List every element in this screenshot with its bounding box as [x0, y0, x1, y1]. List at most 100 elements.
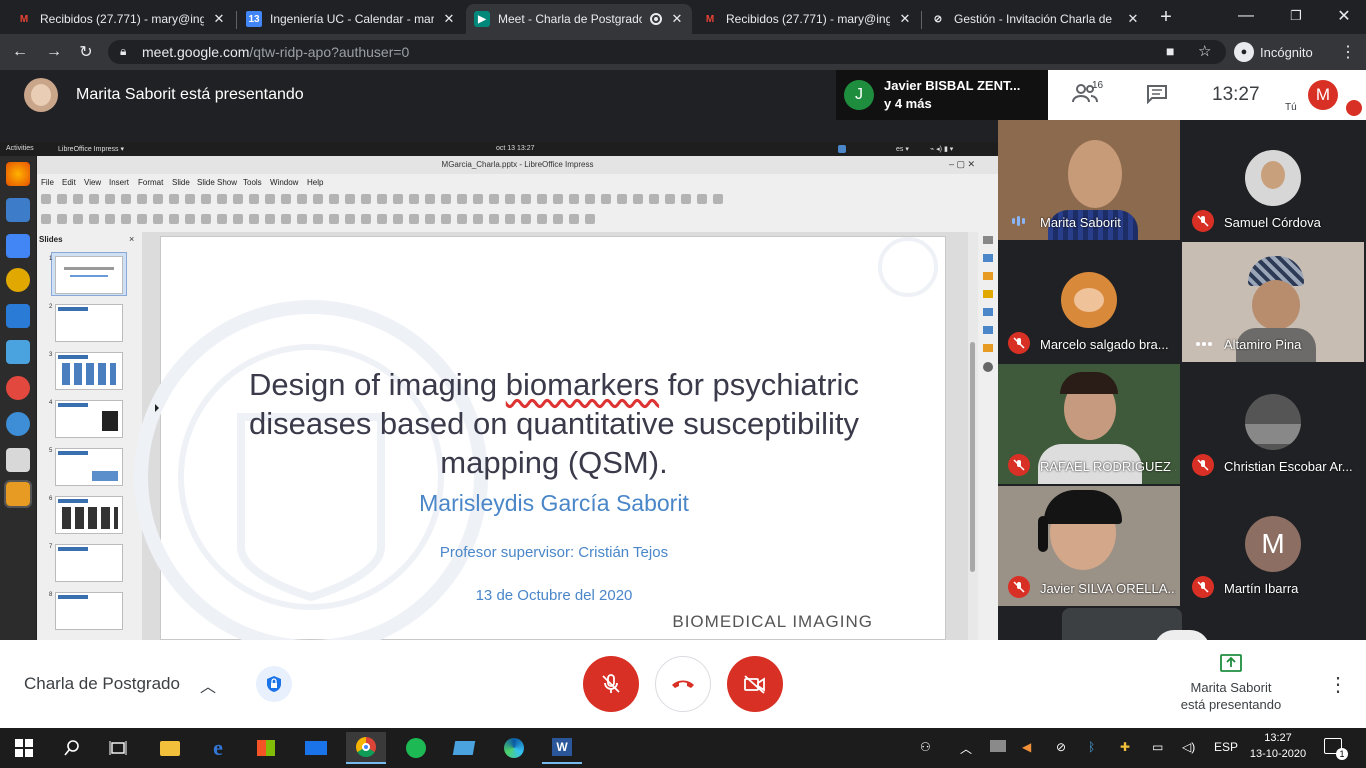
people-tray-icon[interactable]: ⚇: [920, 740, 931, 754]
slides-pane-close[interactable]: ×: [129, 234, 134, 244]
lo-standard-toolbar[interactable]: [41, 191, 731, 207]
tray-overflow-icon[interactable]: ︿: [960, 740, 972, 757]
tab-gmail-1[interactable]: M Recibidos (27.771) - mary@ing ✕: [8, 4, 234, 34]
power-icon[interactable]: ✚: [1120, 740, 1130, 754]
lo-menu-window[interactable]: Window: [270, 178, 298, 187]
slide-thumbnail[interactable]: [55, 544, 123, 582]
present-now-button[interactable]: Marita Saborit está presentando: [1150, 654, 1312, 720]
audio-warning-icon[interactable]: ◀: [1022, 740, 1031, 754]
participant-tile[interactable]: M Martín Ibarra: [1182, 486, 1364, 606]
mic-toggle-button[interactable]: [583, 656, 639, 712]
restore-window-button[interactable]: ❐: [1284, 4, 1308, 28]
taskbar-mail[interactable]: [296, 732, 336, 764]
bookmark-star-icon[interactable]: ☆: [1198, 42, 1211, 60]
close-window-button[interactable]: ✕: [1332, 4, 1356, 28]
participant-tile[interactable]: Altamiro Pina: [1182, 242, 1364, 362]
participant-tile[interactable]: Javier SILVA ORELLA...: [998, 486, 1180, 606]
taskbar-app[interactable]: [444, 732, 484, 764]
taskbar-time[interactable]: 13:27: [1246, 732, 1310, 744]
slide-thumbnail[interactable]: [55, 304, 123, 342]
more-options-icon[interactable]: ⋮: [1328, 672, 1348, 697]
search-button[interactable]: [52, 732, 92, 764]
chevron-up-icon[interactable]: ︿: [200, 673, 216, 697]
taskbar-word[interactable]: W: [542, 732, 582, 764]
leave-call-button[interactable]: [655, 656, 711, 712]
participant-tile[interactable]: Christian Escobar Ar...: [1182, 364, 1364, 484]
battery-icon[interactable]: ▭: [1152, 740, 1163, 754]
sidebar-animation-icon[interactable]: [983, 290, 993, 298]
close-tab-icon[interactable]: ✕: [670, 11, 684, 26]
url-bar[interactable]: 🔒︎ meet.google.com/qtw-ridp-apo?authuser…: [108, 40, 1226, 64]
slide-thumbnail[interactable]: [55, 256, 123, 294]
tab-meet[interactable]: ▶ Meet - Charla de Postgrado ✕: [466, 4, 692, 34]
gnome-tray-icon: [838, 145, 846, 153]
tab-gestion[interactable]: ⊘ Gestión - Invitación Charla de ✕: [922, 4, 1148, 34]
minimize-window-button[interactable]: —: [1234, 4, 1258, 28]
taskbar-store[interactable]: [246, 732, 286, 764]
lo-menu-file[interactable]: File: [41, 178, 54, 187]
incognito-badge[interactable]: ● Incógnito: [1234, 41, 1313, 63]
current-slide[interactable]: Design of imaging biomarkers for psychia…: [134, 236, 946, 654]
lo-menu-view[interactable]: View: [84, 178, 101, 187]
self-avatar[interactable]: M: [1308, 80, 1338, 110]
reload-button[interactable]: ↻: [74, 40, 98, 64]
active-speaker-chip[interactable]: J Javier BISBAL ZENT... y 4 más: [836, 70, 1048, 120]
lo-drawing-toolbar[interactable]: [41, 211, 621, 227]
bluetooth-icon[interactable]: ᛒ: [1088, 740, 1095, 754]
sidebar-transition-icon[interactable]: [983, 308, 993, 316]
network-tray-icon[interactable]: ⊘: [1056, 740, 1066, 754]
start-button[interactable]: [4, 732, 44, 764]
forward-button[interactable]: →: [42, 40, 66, 64]
lo-menu-insert[interactable]: Insert: [109, 178, 129, 187]
lo-window-controls[interactable]: – ▢ ✕: [949, 159, 975, 170]
slide-thumbnail[interactable]: [55, 352, 123, 390]
participant-tile[interactable]: Marcelo salgado bra...: [998, 242, 1180, 362]
task-view-button[interactable]: [98, 732, 138, 764]
host-controls-button[interactable]: [256, 666, 292, 702]
lo-menu-edit[interactable]: Edit: [62, 178, 76, 187]
sidebar-gallery-icon[interactable]: [983, 344, 993, 352]
lo-menu-slideshow[interactable]: Slide Show: [197, 178, 237, 187]
sidebar-navigator-icon[interactable]: [983, 362, 993, 372]
taskbar-spotify[interactable]: [396, 732, 436, 764]
lo-menu-format[interactable]: Format: [138, 178, 163, 187]
slide-thumbnail[interactable]: [55, 592, 123, 630]
participant-tile[interactable]: Marita Saborit: [998, 120, 1180, 240]
lo-menu-slide[interactable]: Slide: [172, 178, 190, 187]
new-tab-button[interactable]: +: [1154, 5, 1178, 29]
taskbar-edge-legacy[interactable]: e: [198, 732, 238, 764]
participants-button[interactable]: 16: [1072, 80, 1112, 108]
lo-menu-help[interactable]: Help: [307, 178, 323, 187]
taskbar-date[interactable]: 13-10-2020: [1246, 748, 1310, 760]
taskbar-file-explorer[interactable]: [150, 732, 190, 764]
taskbar-edge[interactable]: [494, 732, 534, 764]
slide-thumbnail[interactable]: [55, 400, 123, 438]
chat-button[interactable]: [1146, 84, 1168, 109]
language-indicator[interactable]: ESP: [1214, 740, 1238, 754]
meeting-name[interactable]: Charla de Postgrado: [24, 674, 180, 694]
vertical-scrollbar[interactable]: [968, 232, 978, 640]
browser-menu-icon[interactable]: ⋮: [1336, 40, 1360, 64]
participant-tile[interactable]: RAFAEL RODRIGUEZ ...: [998, 364, 1180, 484]
sidebar-slide-icon[interactable]: [983, 254, 993, 262]
meet-controls-bar: Charla de Postgrado ︿ Marita Saborit est…: [0, 640, 1366, 728]
display-tray-icon[interactable]: [990, 740, 1006, 752]
sidebar-properties-icon[interactable]: [983, 236, 993, 244]
lo-menu-tools[interactable]: Tools: [243, 178, 262, 187]
camera-toggle-button[interactable]: [727, 656, 783, 712]
participant-tile[interactable]: Samuel Córdova: [1182, 120, 1364, 240]
back-button[interactable]: ←: [8, 40, 32, 64]
tab-gmail-2[interactable]: M Recibidos (27.771) - mary@ing ✕: [694, 4, 920, 34]
close-tab-icon[interactable]: ✕: [442, 11, 456, 26]
volume-icon[interactable]: ◁): [1182, 740, 1195, 754]
sidebar-master-icon[interactable]: [983, 272, 993, 280]
close-tab-icon[interactable]: ✕: [212, 11, 226, 26]
close-tab-icon[interactable]: ✕: [1126, 11, 1140, 26]
close-tab-icon[interactable]: ✕: [898, 11, 912, 26]
tab-calendar[interactable]: 13 Ingeniería UC - Calendar - mar ✕: [238, 4, 464, 34]
taskbar-chrome[interactable]: [346, 732, 386, 764]
sidebar-styles-icon[interactable]: [983, 326, 993, 334]
slide-thumbnail[interactable]: [55, 448, 123, 486]
camera-in-use-icon[interactable]: ■: [1166, 43, 1174, 59]
slide-thumbnail[interactable]: [55, 496, 123, 534]
